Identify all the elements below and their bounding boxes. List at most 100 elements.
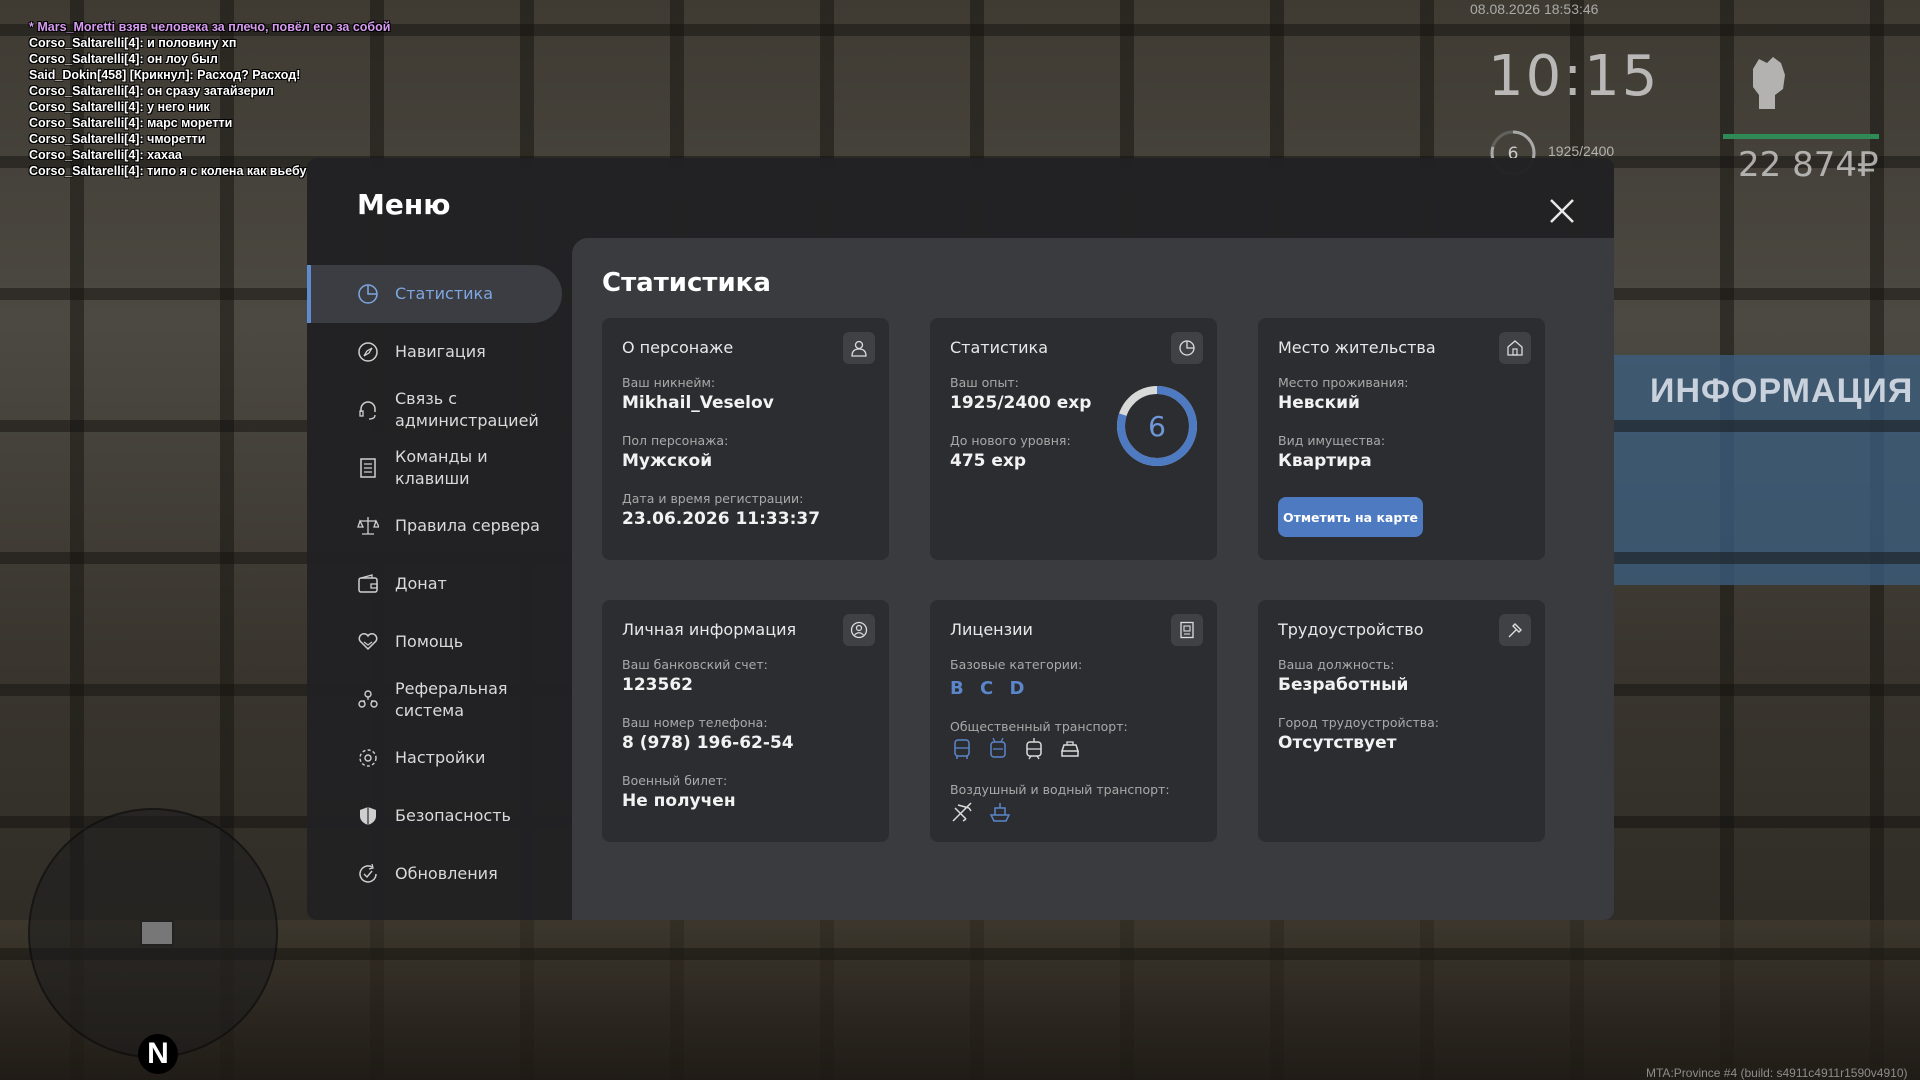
- job-city-value: Отсутствует: [1278, 733, 1397, 753]
- sidebar-item-label: Реферальная система: [395, 679, 508, 720]
- sidebar-item-settings[interactable]: Настройки: [307, 729, 573, 787]
- sidebar-item-statistics[interactable]: Статистика: [307, 265, 562, 323]
- license-categories: B C D: [950, 678, 1034, 699]
- base-categories-label: Базовые категории:: [950, 657, 1083, 672]
- card-title: Лицензии: [950, 620, 1033, 639]
- section-title: Статистика: [602, 268, 771, 298]
- card-statistics: Статистика Ваш опыт: 1925/2400 exp До но…: [930, 318, 1217, 560]
- sidebar-item-admin-contact[interactable]: Связь с администрацией: [307, 381, 573, 439]
- chat-line: * Mars_Moretti взяв человека за плечо, п…: [29, 20, 391, 34]
- mark-on-map-button[interactable]: Отметить на карте: [1278, 497, 1423, 537]
- sidebar-item-help[interactable]: Помощь: [307, 613, 573, 671]
- next-level-label: До нового уровня:: [950, 433, 1071, 448]
- phone-value: 8 (978) 196-62-54: [622, 733, 794, 753]
- menu-window: Меню Статистика Навигация Связь с админи…: [307, 158, 1614, 920]
- user-circle-icon: [850, 621, 868, 639]
- fist-icon: [1753, 57, 1785, 109]
- next-level-value: 475 exp: [950, 451, 1027, 471]
- card-title: О персонаже: [622, 338, 734, 357]
- sidebar-item-donate[interactable]: Донат: [307, 555, 573, 613]
- sidebar-item-navigation[interactable]: Навигация: [307, 323, 573, 381]
- card-title: Трудоустройство: [1278, 620, 1424, 639]
- hud-datetime: 08.08.2026 18:53:46: [1470, 1, 1599, 17]
- sidebar-item-label: Команды и клавиши: [395, 447, 488, 488]
- position-value: Безработный: [1278, 675, 1409, 695]
- house-icon: [1507, 340, 1523, 356]
- sidebar-item-label: Связь с администрацией: [395, 389, 539, 430]
- chat-line: Corso_Saltarelli[4]: и половину хп: [29, 36, 237, 50]
- minimap-marker-icon: [140, 920, 174, 946]
- sidebar-item-updates[interactable]: Обновления: [307, 845, 573, 903]
- hud-money: 22 874₽: [1738, 145, 1879, 185]
- trolleybus-icon: [990, 737, 1006, 758]
- airplane-icon: [952, 802, 972, 822]
- card-icon-box: [843, 614, 875, 646]
- sidebar-item-label: Настройки: [395, 748, 486, 767]
- game-floor: [0, 920, 1920, 1080]
- gear-icon: [359, 749, 377, 767]
- hammer-icon: [1508, 623, 1522, 638]
- nickname-label: Ваш никнейм:: [622, 375, 716, 390]
- sidebar-item-referral[interactable]: Реферальная система: [307, 671, 573, 729]
- place-value: Невский: [1278, 393, 1360, 413]
- card-title: Статистика: [950, 338, 1048, 357]
- military-value: Не получен: [622, 791, 736, 811]
- place-label: Место проживания:: [1278, 375, 1409, 390]
- card-icon-box: [843, 332, 875, 364]
- air-water-transport-label: Воздушный и водный транспорт:: [950, 782, 1170, 797]
- sidebar-item-label: Донат: [395, 574, 447, 593]
- sidebar-item-label: Правила сервера: [395, 516, 540, 535]
- card-residence: Место жительства Место проживания: Невск…: [1258, 318, 1545, 560]
- document-list-icon: [360, 458, 376, 478]
- boat-icon: [989, 803, 1011, 822]
- license-category: B: [950, 678, 964, 699]
- position-label: Ваша должность:: [1278, 657, 1395, 672]
- registration-label: Дата и время регистрации:: [622, 491, 804, 506]
- card-licenses: Лицензии Базовые категории: B C D Общест…: [930, 600, 1217, 842]
- chat-line: Corso_Saltarelli[4]: он лоу был: [29, 52, 218, 66]
- menu-title: Меню: [357, 188, 451, 221]
- north-indicator: N: [138, 1034, 178, 1074]
- license-category: D: [1009, 678, 1025, 699]
- property-type-label: Вид имущества:: [1278, 433, 1386, 448]
- compass-icon: [358, 342, 378, 362]
- bus-icon: [954, 739, 970, 759]
- build-info: MTA:Province #4 (build: s4911c4911r1590v…: [1646, 1066, 1908, 1080]
- refresh-check-icon: [359, 863, 377, 883]
- close-icon[interactable]: [1547, 196, 1577, 226]
- hud-clock: 10:15: [1488, 44, 1660, 109]
- sidebar-item-label: Помощь: [395, 632, 464, 651]
- shield-icon: [360, 807, 376, 825]
- chat-line: Corso_Saltarelli[4]: он сразу затайзерил: [29, 84, 274, 98]
- content-panel: Статистика О персонаже Ваш никнейм: Mikh…: [572, 238, 1614, 920]
- wallet-icon: [358, 574, 378, 593]
- military-label: Военный билет:: [622, 773, 728, 788]
- license-document-icon: [1180, 621, 1194, 639]
- chat-line: Corso_Saltarelli[4]: чморетти: [29, 132, 206, 146]
- card-icon-box: [1499, 332, 1531, 364]
- scales-icon: [357, 517, 379, 535]
- sidebar-item-rules[interactable]: Правила сервера: [307, 497, 573, 555]
- sidebar-item-label: Обновления: [395, 864, 498, 883]
- hud-exp: 1925/2400: [1548, 143, 1615, 159]
- sidebar-item-label: Безопасность: [395, 806, 511, 825]
- property-type-value: Квартира: [1278, 451, 1372, 471]
- bank-label: Ваш банковский счет:: [622, 657, 768, 672]
- bank-value: 123562: [622, 675, 693, 695]
- exp-value: 1925/2400 exp: [950, 393, 1092, 413]
- card-icon-box: [1171, 332, 1203, 364]
- sidebar-item-label: Навигация: [395, 342, 486, 361]
- hud-health-bar: [1723, 134, 1879, 139]
- card-icon-box: [1171, 614, 1203, 646]
- nickname-value: Mikhail_Veselov: [622, 393, 774, 413]
- info-board-text: ИНФОРМАЦИЯ: [1650, 372, 1914, 410]
- sidebar-item-commands[interactable]: Команды и клавиши: [307, 439, 573, 497]
- chat-line: Corso_Saltarelli[4]: марс моретти: [29, 116, 233, 130]
- card-icon-box: [1499, 614, 1531, 646]
- level-number: 6: [1148, 410, 1166, 443]
- job-city-label: Город трудоустройства:: [1278, 715, 1440, 730]
- sidebar-item-security[interactable]: Безопасность: [307, 787, 573, 845]
- public-transport-label: Общественный транспорт:: [950, 719, 1128, 734]
- chat-log: * Mars_Moretti взяв человека за плечо, п…: [29, 19, 390, 179]
- registration-value: 23.06.2026 11:33:37: [622, 509, 821, 529]
